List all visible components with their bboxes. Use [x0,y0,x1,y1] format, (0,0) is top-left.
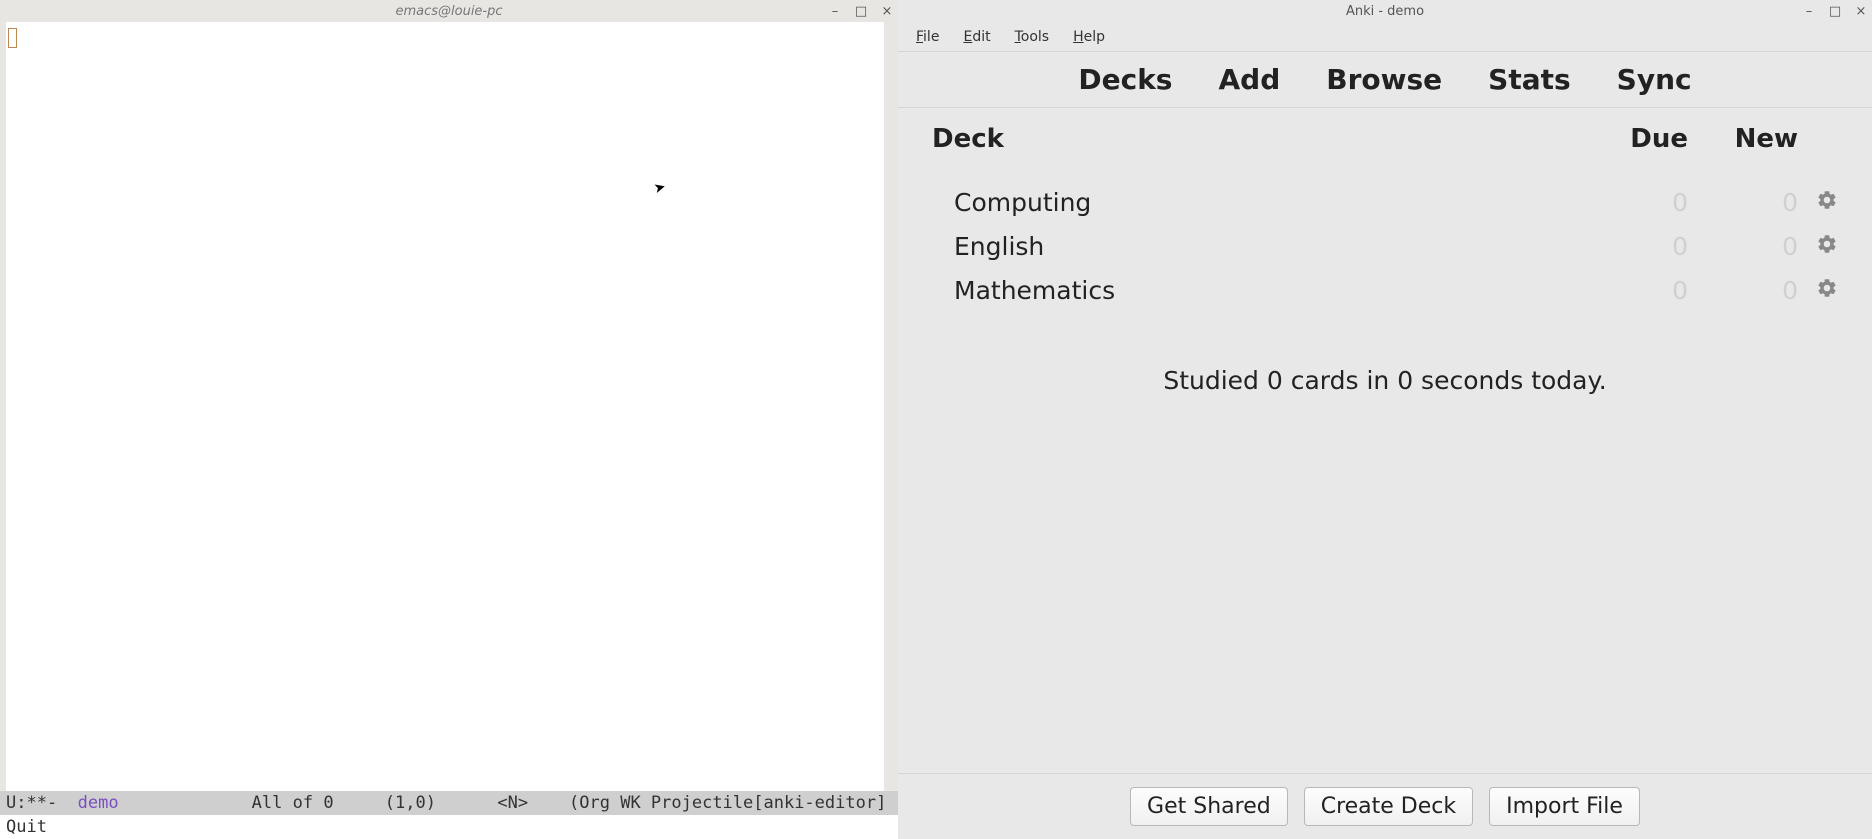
deck-due: 0 [1598,276,1688,305]
deck-row[interactable]: Mathematics 0 0 [932,268,1838,312]
tab-sync[interactable]: Sync [1617,63,1692,96]
deck-new: 0 [1688,276,1798,305]
deck-new: 0 [1688,232,1798,261]
emacs-title: emacs@louie-pc [395,4,502,19]
deck-row[interactable]: Computing 0 0 [932,180,1838,224]
menu-tools[interactable]: Tools [1015,29,1050,45]
menu-file[interactable]: File [916,29,939,45]
get-shared-button[interactable]: Get Shared [1130,787,1288,826]
modeline-position: All of 0 [252,793,334,813]
emacs-echo-area[interactable]: Quit [0,815,898,839]
emacs-cursor [8,28,17,48]
anki-toolbar: Decks Add Browse Stats Sync [898,52,1872,108]
deck-name[interactable]: Mathematics [932,276,1598,305]
tab-browse[interactable]: Browse [1326,63,1442,96]
deck-due: 0 [1598,232,1688,261]
deck-new: 0 [1688,188,1798,217]
study-status: Studied 0 cards in 0 seconds today. [932,366,1838,395]
menu-help[interactable]: Help [1073,29,1105,45]
echo-text: Quit [6,817,47,837]
close-icon[interactable]: × [878,2,896,20]
emacs-modeline[interactable]: U:**- demo All of 0 (1,0) <N> (Org WK Pr… [0,791,898,815]
tab-add[interactable]: Add [1218,63,1280,96]
anki-title: Anki - demo [1346,4,1424,19]
tab-stats[interactable]: Stats [1488,63,1571,96]
gear-icon[interactable] [1816,276,1838,305]
deck-name[interactable]: English [932,232,1598,261]
minimize-icon[interactable]: – [826,2,844,20]
maximize-icon[interactable]: □ [1826,2,1844,20]
col-header-new: New [1688,124,1798,154]
tab-decks[interactable]: Decks [1078,63,1172,96]
emacs-titlebar[interactable]: emacs@louie-pc – □ × [0,0,898,22]
deck-name[interactable]: Computing [932,188,1598,217]
menu-edit[interactable]: Edit [963,29,990,45]
deck-row[interactable]: English 0 0 [932,224,1838,268]
modeline-state: <N> [497,793,528,813]
mouse-pointer-icon: ➤ [652,179,667,197]
create-deck-button[interactable]: Create Deck [1304,787,1473,826]
anki-window: Anki - demo – □ × File Edit Tools Help D… [898,0,1872,839]
anki-bottom-bar: Get Shared Create Deck Import File [898,773,1872,839]
modeline-modes: (Org WK Projectile[anki-editor] [569,793,886,813]
deck-list-header: Deck Due New [932,124,1838,154]
modeline-cursor: (1,0) [385,793,436,813]
col-header-due: Due [1598,124,1688,154]
close-icon[interactable]: × [1852,2,1870,20]
emacs-window: emacs@louie-pc – □ × ➤ U:**- demo All of… [0,0,898,839]
anki-titlebar[interactable]: Anki - demo – □ × [898,0,1872,22]
modeline-buffer: demo [78,793,119,813]
import-file-button[interactable]: Import File [1489,787,1640,826]
col-header-deck: Deck [932,124,1598,154]
gear-icon[interactable] [1816,232,1838,261]
minimize-icon[interactable]: – [1800,2,1818,20]
deck-due: 0 [1598,188,1688,217]
anki-body: Deck Due New Computing 0 0 English 0 0 M… [898,108,1872,773]
gear-icon[interactable] [1816,188,1838,217]
anki-menubar: File Edit Tools Help [898,22,1872,52]
maximize-icon[interactable]: □ [852,2,870,20]
emacs-buffer[interactable]: ➤ [6,22,898,791]
